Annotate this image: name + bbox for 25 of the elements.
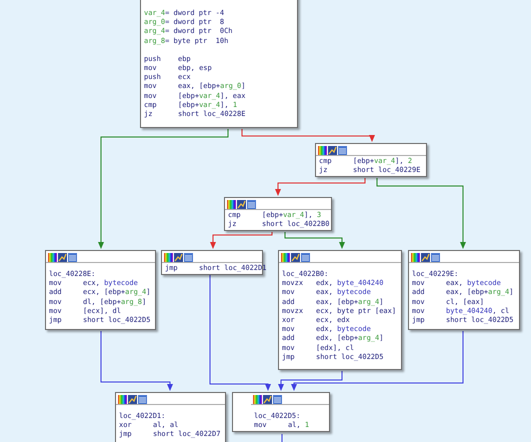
palette-icon[interactable] [164, 252, 173, 262]
palette-icon[interactable] [318, 146, 327, 154]
chart-icon[interactable] [237, 200, 246, 208]
chart-icon[interactable] [128, 394, 137, 404]
list-icon[interactable] [431, 252, 440, 262]
chart-icon[interactable] [58, 252, 67, 262]
list-icon[interactable] [273, 394, 282, 404]
list-icon[interactable] [184, 252, 193, 262]
chart-icon[interactable] [174, 252, 183, 262]
list-icon[interactable] [138, 394, 147, 404]
list-icon[interactable] [247, 200, 256, 208]
edge-arrow [284, 232, 345, 249]
palette-icon[interactable] [281, 252, 290, 262]
palette-icon[interactable] [118, 394, 127, 404]
chart-icon[interactable] [263, 394, 272, 404]
palette-icon[interactable] [48, 252, 57, 262]
list-icon[interactable] [338, 146, 347, 154]
palette-icon[interactable] [411, 252, 420, 262]
list-icon[interactable] [301, 252, 310, 262]
palette-icon[interactable] [227, 200, 236, 208]
palette-icon[interactable] [253, 394, 262, 404]
chart-icon[interactable] [291, 252, 300, 262]
chart-icon[interactable] [421, 252, 430, 262]
list-icon[interactable] [68, 252, 77, 262]
chart-icon[interactable] [328, 146, 337, 154]
